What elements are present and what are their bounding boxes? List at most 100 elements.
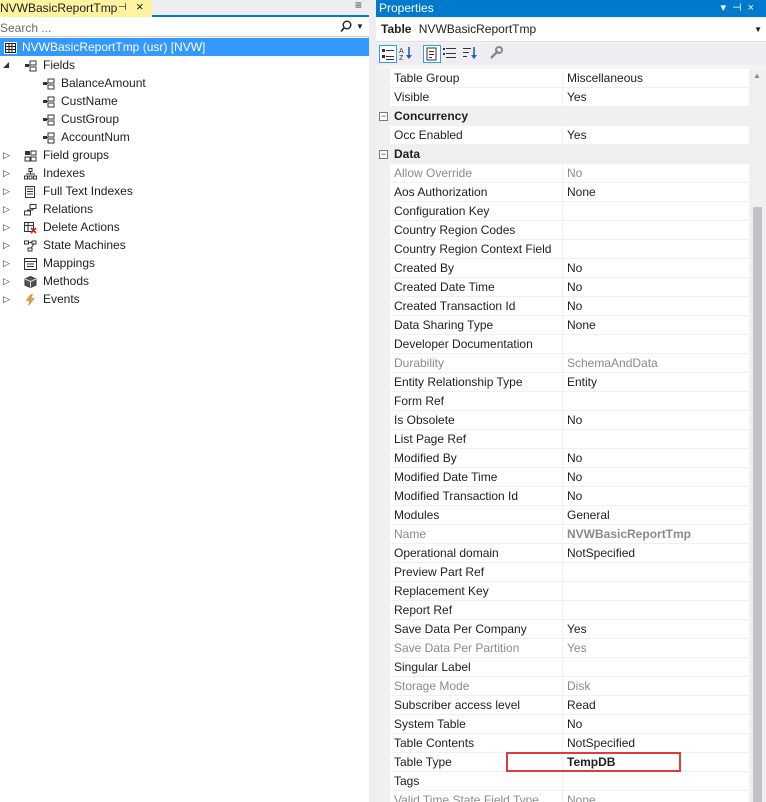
- tree-node[interactable]: ◢ Fields: [0, 56, 369, 74]
- property-value[interactable]: [563, 772, 749, 791]
- property-value[interactable]: No: [563, 278, 749, 297]
- categorized-icon[interactable]: [379, 45, 397, 63]
- panel-splitter[interactable]: [369, 0, 376, 802]
- close-icon[interactable]: ×: [136, 0, 144, 15]
- property-value[interactable]: Yes: [563, 620, 749, 639]
- expand-arrow-icon[interactable]: ▷: [3, 200, 10, 218]
- property-value[interactable]: SchemaAndData: [563, 354, 749, 373]
- property-row[interactable]: Entity Relationship Type Entity: [376, 373, 749, 392]
- property-row[interactable]: Created By No: [376, 259, 749, 278]
- property-value[interactable]: No: [563, 487, 749, 506]
- property-category[interactable]: − Concurrency: [376, 107, 749, 126]
- property-row[interactable]: Country Region Codes: [376, 221, 749, 240]
- property-row[interactable]: Modified Date Time No: [376, 468, 749, 487]
- wrench-icon[interactable]: [488, 45, 506, 63]
- property-category[interactable]: − Data: [376, 145, 749, 164]
- property-value[interactable]: NVWBasicReportTmp: [563, 525, 749, 544]
- property-row[interactable]: Allow Override No: [376, 164, 749, 183]
- property-value[interactable]: [563, 563, 749, 582]
- property-row[interactable]: Configuration Key: [376, 202, 749, 221]
- property-value[interactable]: [563, 430, 749, 449]
- property-row[interactable]: Preview Part Ref: [376, 563, 749, 582]
- expand-arrow-icon[interactable]: ▷: [3, 236, 10, 254]
- tree-node[interactable]: AccountNum: [0, 128, 369, 146]
- property-value[interactable]: [563, 658, 749, 677]
- property-value[interactable]: No: [563, 297, 749, 316]
- property-row[interactable]: Country Region Context Field: [376, 240, 749, 259]
- dropdown-icon[interactable]: ▾: [720, 2, 732, 14]
- property-row[interactable]: Table Contents NotSpecified: [376, 734, 749, 753]
- property-value[interactable]: General: [563, 506, 749, 525]
- property-value[interactable]: Disk: [563, 677, 749, 696]
- tree-node[interactable]: BalanceAmount: [0, 74, 369, 92]
- expand-all-icon[interactable]: [442, 45, 460, 63]
- collapse-box-icon[interactable]: −: [379, 150, 388, 159]
- tree-node[interactable]: ▷ Relations: [0, 200, 369, 218]
- property-row[interactable]: Visible Yes: [376, 88, 749, 107]
- property-value[interactable]: None: [563, 183, 749, 202]
- property-value[interactable]: None: [563, 791, 749, 802]
- property-row[interactable]: Valid Time State Field Type None: [376, 791, 749, 802]
- property-value[interactable]: NotSpecified: [563, 544, 749, 563]
- expand-arrow-icon[interactable]: ▷: [3, 164, 10, 182]
- property-row[interactable]: List Page Ref: [376, 430, 749, 449]
- property-value[interactable]: [563, 582, 749, 601]
- tree-node[interactable]: ▷ Methods: [0, 272, 369, 290]
- property-row[interactable]: Created Transaction Id No: [376, 297, 749, 316]
- expand-arrow-icon[interactable]: ▷: [3, 290, 10, 308]
- expand-arrow-icon[interactable]: ▷: [3, 254, 10, 272]
- property-value[interactable]: None: [563, 316, 749, 335]
- properties-page-icon[interactable]: [423, 45, 441, 63]
- scroll-thumb[interactable]: [753, 207, 762, 802]
- search-icon[interactable]: [340, 20, 352, 36]
- property-value[interactable]: No: [563, 411, 749, 430]
- property-row[interactable]: Replacement Key: [376, 582, 749, 601]
- property-row[interactable]: Storage Mode Disk: [376, 677, 749, 696]
- property-row[interactable]: Operational domain NotSpecified: [376, 544, 749, 563]
- tree-node[interactable]: ▷ Delete Actions: [0, 218, 369, 236]
- property-row[interactable]: Table Group Miscellaneous: [376, 69, 749, 88]
- property-value[interactable]: Entity: [563, 373, 749, 392]
- property-row[interactable]: Report Ref: [376, 601, 749, 620]
- tree-node[interactable]: ▷ Field groups: [0, 146, 369, 164]
- document-tab[interactable]: NVWBasicReportTmp ⊣ ×: [0, 0, 152, 17]
- property-row[interactable]: Modules General: [376, 506, 749, 525]
- object-selector[interactable]: Table NVWBasicReportTmp ▼: [376, 18, 766, 42]
- property-value[interactable]: [563, 335, 749, 354]
- property-row[interactable]: Aos Authorization None: [376, 183, 749, 202]
- property-value[interactable]: [563, 221, 749, 240]
- property-value[interactable]: Read: [563, 696, 749, 715]
- property-value[interactable]: No: [563, 468, 749, 487]
- property-value[interactable]: [563, 240, 749, 259]
- tree-node[interactable]: ▷ Mappings: [0, 254, 369, 272]
- search-input[interactable]: [0, 20, 330, 36]
- menu-icon[interactable]: ≡: [355, 0, 362, 12]
- chevron-down-icon[interactable]: ▼: [754, 18, 762, 41]
- tree-node[interactable]: CustGroup: [0, 110, 369, 128]
- property-row[interactable]: Subscriber access level Read: [376, 696, 749, 715]
- property-row[interactable]: Save Data Per Partition Yes: [376, 639, 749, 658]
- tree-node[interactable]: ▷ Events: [0, 290, 369, 308]
- property-row[interactable]: Save Data Per Company Yes: [376, 620, 749, 639]
- expand-arrow-icon[interactable]: ▷: [3, 272, 10, 290]
- property-row[interactable]: Modified By No: [376, 449, 749, 468]
- property-row[interactable]: Occ Enabled Yes: [376, 126, 749, 145]
- tree-root-node[interactable]: NVWBasicReportTmp (usr) [NVW]: [0, 38, 369, 56]
- scroll-up-icon[interactable]: ▲: [753, 71, 761, 80]
- tree-node[interactable]: ▷ Indexes: [0, 164, 369, 182]
- property-row[interactable]: Singular Label: [376, 658, 749, 677]
- expand-arrow-icon[interactable]: ▷: [3, 218, 10, 236]
- property-value[interactable]: Yes: [563, 88, 749, 107]
- property-row[interactable]: Modified Transaction Id No: [376, 487, 749, 506]
- expand-arrow-icon[interactable]: ▷: [3, 146, 10, 164]
- property-row[interactable]: System Table No: [376, 715, 749, 734]
- property-row[interactable]: Data Sharing Type None: [376, 316, 749, 335]
- property-value[interactable]: Yes: [563, 639, 749, 658]
- property-row[interactable]: Name NVWBasicReportTmp: [376, 525, 749, 544]
- property-row[interactable]: Tags: [376, 772, 749, 791]
- vertical-scrollbar[interactable]: ▲: [749, 69, 766, 802]
- property-row[interactable]: Durability SchemaAndData: [376, 354, 749, 373]
- property-value[interactable]: No: [563, 449, 749, 468]
- property-value[interactable]: Miscellaneous: [563, 69, 749, 88]
- property-value[interactable]: No: [563, 164, 749, 183]
